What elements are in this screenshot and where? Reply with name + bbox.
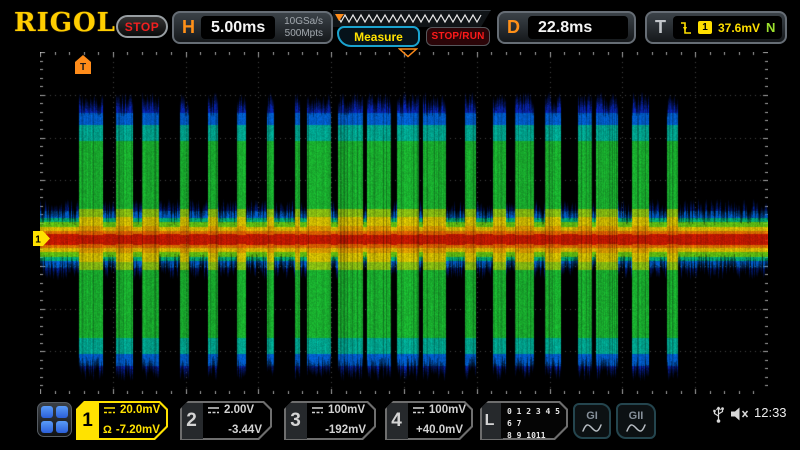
channel-number: 2: [180, 401, 203, 440]
trigger-menu-button[interactable]: T 1 37.6mV N: [645, 11, 787, 44]
generator-2-label: GII: [629, 410, 644, 422]
channel-offset: -7.20mV: [116, 425, 160, 437]
menu-tile-icon: [41, 421, 53, 433]
channel-scale: 100mV: [429, 405, 466, 417]
dc-coupling-icon: [207, 406, 220, 415]
channel-offset: -3.44V: [228, 425, 262, 437]
sample-rate-value: 10GSa/s: [284, 16, 323, 28]
clock: 12:33: [754, 405, 787, 420]
channel-number: 4: [385, 401, 408, 440]
menu-tile-icon: [56, 421, 68, 433]
horizontal-menu-button[interactable]: H 5.00ms 10GSa/s 500Mpts: [172, 11, 333, 44]
channel-1-button[interactable]: 20.0mV Ω -7.20mV 1: [76, 401, 168, 440]
brand-logo: RIGOL: [14, 8, 116, 38]
channel-scale: 100mV: [328, 405, 365, 417]
measure-button[interactable]: Measure: [337, 26, 420, 47]
svg-text:T: T: [80, 62, 86, 73]
speaker-muted-icon: [730, 407, 749, 421]
channel-2-button[interactable]: 2.00V -3.44V 2: [180, 401, 272, 440]
generator-2-button[interactable]: GII: [616, 403, 656, 439]
horizontal-label: H: [182, 17, 195, 38]
channel-4-button[interactable]: 100mV +40.0mV 4: [385, 401, 473, 440]
trigger-sweep-mode: N: [766, 20, 775, 35]
trigger-label: T: [655, 17, 666, 38]
channel-scale: 20.0mV: [120, 405, 160, 417]
trigger-slope-icon: [680, 21, 692, 35]
svg-text:1: 1: [35, 235, 41, 246]
menu-tile-icon: [41, 406, 53, 418]
memory-depth-value: 500Mpts: [284, 28, 323, 40]
menu-tile-icon: [56, 406, 68, 418]
timebase-value: 5.00ms: [201, 19, 275, 37]
logic-row-2: 8 9 1011 12131415: [507, 430, 566, 450]
logic-label: L: [479, 401, 500, 440]
trigger-source-badge: 1: [698, 21, 712, 34]
record-zigzag-icon: [333, 11, 491, 27]
usb-icon: [712, 404, 725, 424]
trigger-level-badge[interactable]: T: [75, 55, 91, 74]
delay-label: D: [507, 17, 520, 38]
delay-menu-button[interactable]: D 22.8ms: [497, 11, 636, 44]
graticule: [40, 52, 768, 394]
dc-coupling-icon: [103, 406, 116, 415]
channel1-ground-marker[interactable]: 1: [33, 231, 51, 247]
trigger-level-value: 37.6mV: [718, 21, 760, 35]
main-menu-button[interactable]: [37, 402, 72, 437]
channel-offset: -192mV: [325, 425, 366, 437]
generator-1-label: GI: [586, 410, 598, 422]
logic-row-1: 0 1 2 3 4 5 6 7: [507, 406, 566, 430]
delay-value: 22.8ms: [528, 19, 602, 37]
channel-number: 3: [284, 401, 307, 440]
dc-coupling-icon: [412, 406, 425, 415]
run-state-badge: STOP: [116, 15, 168, 38]
generator-1-button[interactable]: GI: [573, 403, 611, 439]
channel-3-button[interactable]: 100mV -192mV 3: [284, 401, 376, 440]
channel-scale: 2.00V: [224, 405, 254, 417]
dc-coupling-icon: [311, 406, 324, 415]
sine-wave-icon: [582, 423, 602, 433]
sine-wave-icon: [626, 423, 646, 433]
logic-channels-button[interactable]: 0 1 2 3 4 5 6 7 8 9 1011 12131415 L: [480, 401, 568, 440]
channel-offset: +40.0mV: [416, 425, 463, 437]
stop-run-button[interactable]: STOP/RUN: [426, 27, 490, 46]
oscilloscope-screen: RIGOL STOP H 5.00ms 10GSa/s 500Mpts Meas…: [0, 0, 800, 450]
channel-number: 1: [76, 401, 99, 440]
record-timeline-strip[interactable]: [333, 10, 491, 27]
trigger-position-marker[interactable]: [398, 48, 418, 58]
waveform-canvas: [40, 52, 768, 394]
impedance-label: Ω: [103, 425, 112, 436]
